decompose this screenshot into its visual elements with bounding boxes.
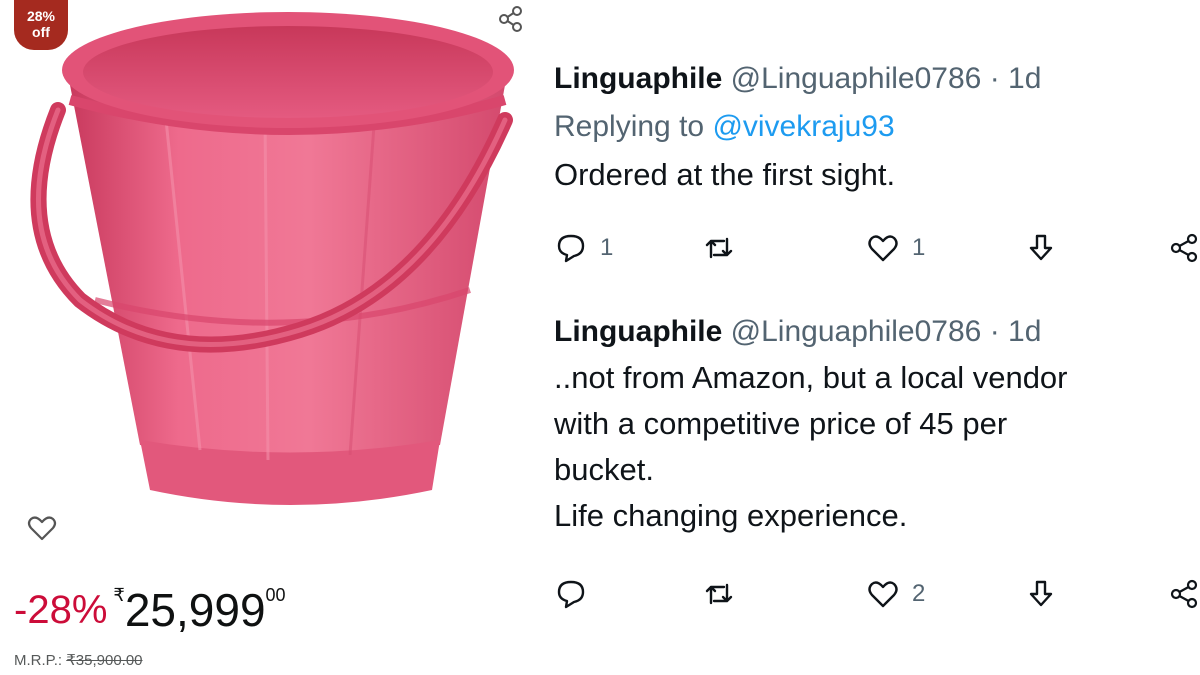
reply-button[interactable]: 1 [554, 230, 613, 266]
share-icon [1170, 579, 1198, 609]
share-icon[interactable] [496, 4, 526, 34]
share-icon [1170, 233, 1198, 263]
download-button[interactable] [1024, 230, 1058, 266]
tweet-header: Linguaphile @Linguaphile0786 · 1d [554, 62, 1200, 96]
tweet-actions: 1 1 [554, 230, 1200, 266]
retweet-button[interactable] [702, 576, 736, 612]
reply-icon [557, 234, 585, 263]
tweet-actions: 2 [554, 576, 1200, 612]
timestamp[interactable]: 1d [1008, 315, 1041, 348]
badge-off-label: off [32, 24, 50, 40]
retweet-icon [705, 583, 733, 605]
tweet-text: Ordered at the first sight. [554, 152, 1200, 198]
like-icon [868, 581, 898, 608]
badge-percent: 28% [26, 8, 56, 24]
retweet-icon [705, 237, 733, 259]
separator: · [989, 62, 1000, 95]
separator: · [989, 315, 1000, 348]
like-icon [868, 235, 898, 262]
display-name[interactable]: Linguaphile [554, 62, 722, 95]
wishlist-heart-icon[interactable] [26, 512, 58, 544]
share-button[interactable] [1166, 230, 1200, 266]
download-icon [1029, 234, 1053, 261]
mrp: M.R.P.: ₹35,900.00 [14, 651, 143, 669]
tweet-line: with a competitive price of 45 per [554, 406, 1008, 441]
tweet-line: Ordered at the first sight. [554, 157, 896, 192]
retweet-button[interactable] [702, 230, 736, 266]
replying-prefix: Replying to [554, 110, 705, 143]
share-button[interactable] [1166, 576, 1200, 612]
tweet-line: Life changing experience. [554, 498, 908, 533]
currency-symbol: ₹ [113, 585, 125, 605]
user-handle[interactable]: @Linguaphile0786 [731, 62, 982, 95]
reply-count: 1 [600, 234, 614, 261]
discount-percent: -28% [14, 588, 108, 632]
mention-link[interactable]: @vivekraju93 [712, 110, 894, 143]
user-handle[interactable]: @Linguaphile0786 [731, 315, 982, 348]
tweet[interactable]: Linguaphile @Linguaphile0786 · 1d Replyi… [554, 62, 1200, 198]
replying-to: Replying to @vivekraju93 [554, 110, 1200, 144]
tweet-line: bucket. [554, 452, 654, 487]
mrp-label: M.R.P.: [14, 652, 63, 669]
like-count: 2 [912, 580, 926, 607]
price-value: 25,999 [124, 584, 266, 636]
display-name[interactable]: Linguaphile [554, 315, 722, 348]
tweet[interactable]: Linguaphile @Linguaphile0786 · 1d ..not … [554, 315, 1200, 539]
tweet-header: Linguaphile @Linguaphile0786 · 1d [554, 315, 1200, 349]
product-card: 28% off -28% ₹25,99900 M.R.P.: ₹35,900.00 [0, 0, 540, 675]
tweet-thread: Linguaphile @Linguaphile0786 · 1d Replyi… [540, 0, 1200, 675]
mrp-value: ₹35,900.00 [66, 652, 143, 669]
tweet-line: ..not from Amazon, but a local vendor [554, 360, 1068, 395]
like-button[interactable]: 1 [866, 230, 925, 266]
reply-icon [557, 580, 585, 609]
price-decimal: 00 [265, 585, 286, 605]
bucket-image [30, 12, 514, 505]
download-button[interactable] [1024, 576, 1058, 612]
tweet-text: ..not from Amazon, but a local vendor wi… [554, 355, 1200, 539]
discount-badge: 28% off [14, 0, 68, 50]
reply-button[interactable] [554, 576, 600, 612]
price-row: -28% ₹25,99900 [14, 584, 286, 644]
timestamp[interactable]: 1d [1008, 62, 1041, 95]
like-button[interactable]: 2 [866, 576, 925, 612]
like-count: 1 [912, 234, 926, 261]
download-icon [1029, 580, 1053, 607]
